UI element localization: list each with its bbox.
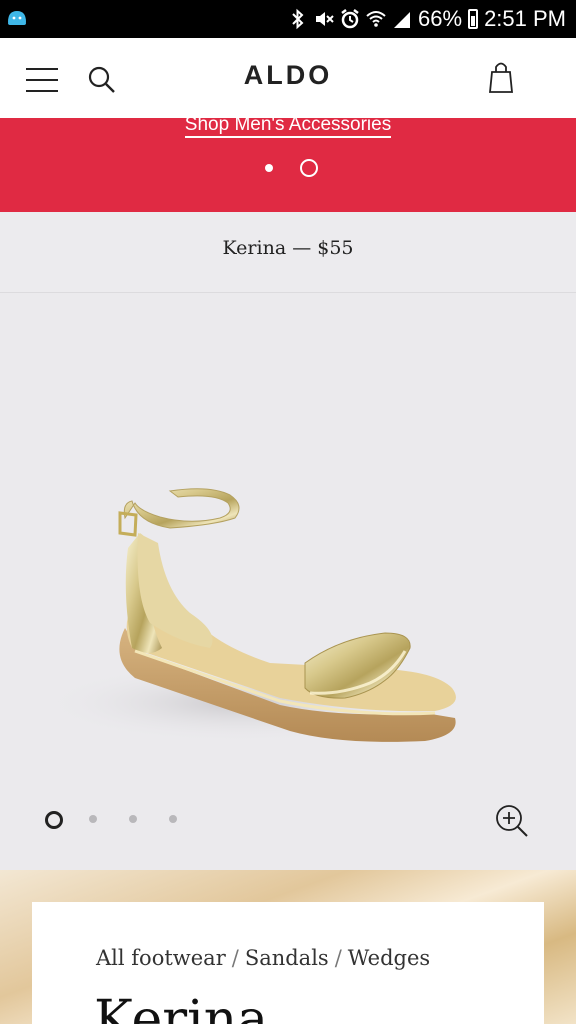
product-details-section: All footwear / Sandals / Wedges Kerina	[0, 870, 576, 1024]
product-title-price: Kerina — $55	[222, 237, 354, 259]
breadcrumb-all-footwear[interactable]: All footwear	[96, 946, 226, 970]
search-icon[interactable]	[86, 64, 118, 96]
gallery-dot-2[interactable]	[89, 815, 97, 823]
alarm-icon	[341, 9, 359, 29]
promo-dot-1[interactable]	[265, 164, 273, 172]
product-details-card: All footwear / Sandals / Wedges Kerina	[32, 902, 544, 1024]
promo-banner: Shop Men's Accessories	[0, 114, 576, 212]
battery-icon	[468, 9, 479, 29]
aldo-logo[interactable]: ALDO	[200, 60, 376, 91]
gallery-dot-4[interactable]	[169, 815, 177, 823]
menu-icon	[26, 68, 58, 70]
menu-button[interactable]	[26, 68, 58, 92]
battery-percent: 66%	[418, 6, 463, 31]
clock: 2:51 PM	[484, 6, 566, 31]
app-notification-icon	[8, 11, 26, 25]
gallery-dot-1-active[interactable]	[45, 811, 63, 829]
product-name: Kerina	[94, 990, 269, 1024]
promo-link[interactable]: Shop Men's Accessories	[0, 114, 576, 138]
status-bar: 66% 2:51 PM	[0, 0, 576, 38]
breadcrumb-wedges[interactable]: Wedges	[348, 946, 430, 970]
mute-icon	[316, 12, 334, 26]
breadcrumb: All footwear / Sandals / Wedges	[96, 946, 430, 970]
promo-dot-2-active[interactable]	[300, 159, 318, 177]
app-header: ALDO	[0, 38, 576, 118]
product-title-bar: Kerina — $55	[0, 212, 576, 293]
breadcrumb-separator: /	[231, 946, 239, 970]
breadcrumb-separator: /	[334, 946, 342, 970]
promo-pagination	[0, 158, 576, 178]
product-gallery[interactable]	[0, 293, 576, 870]
bluetooth-icon	[292, 8, 304, 30]
zoom-in-icon[interactable]	[494, 803, 530, 839]
signal-icon	[394, 12, 411, 28]
product-image[interactable]	[40, 473, 480, 763]
promo-link-text[interactable]: Shop Men's Accessories	[184, 114, 392, 138]
gallery-dot-3[interactable]	[129, 815, 137, 823]
breadcrumb-sandals[interactable]: Sandals	[245, 946, 329, 970]
shopping-bag-icon[interactable]	[486, 60, 516, 94]
wifi-icon	[366, 11, 386, 27]
